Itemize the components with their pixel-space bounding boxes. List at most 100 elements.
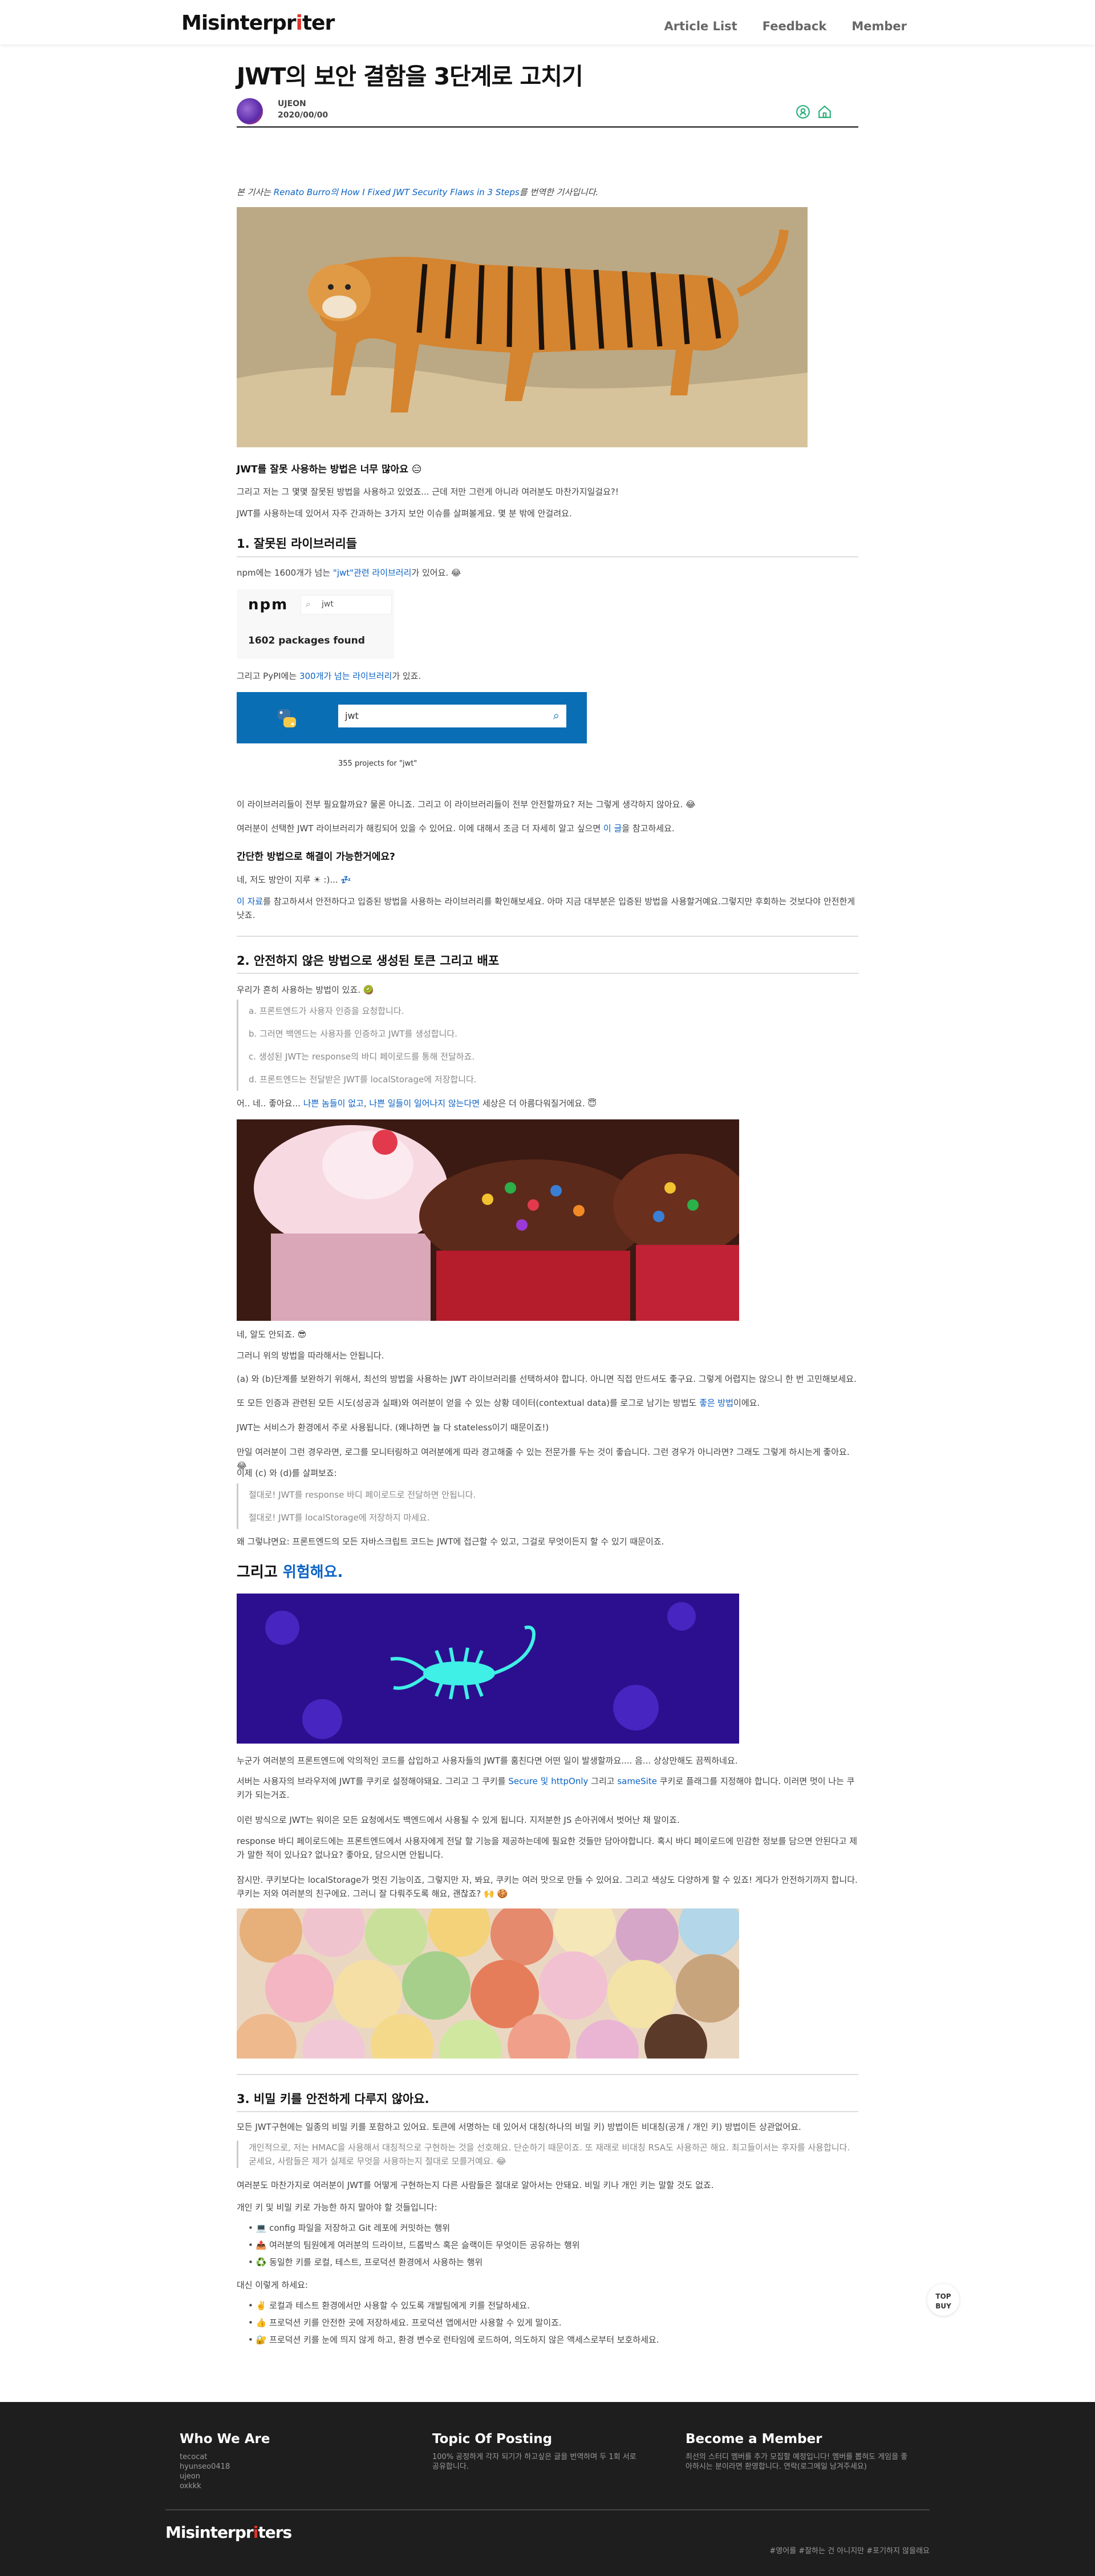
footer-tags: #영어를 #잘하는 건 아니지만 #포기하지 않을래요 — [769, 2547, 930, 2555]
good-practice-3: 🔐 프로덕션 키를 눈에 띄지 않게 하고, 환경 변수로 런타임에 로드하여,… — [256, 2335, 659, 2345]
list-item: • ♻️ 동일한 키를 로컬, 테스트, 프로덕션 환경에서 사용하는 행위 — [248, 2257, 483, 2267]
list-item: d. 프론트엔드는 전달받은 JWT를 localStorage에 저장합니다. — [249, 1074, 477, 1085]
member-name[interactable]: hyunseo0418 — [180, 2462, 230, 2472]
section-2-heading: 2. 안전하지 않은 방법으로 생성된 토큰 그리고 배포 — [237, 954, 500, 968]
divider — [237, 556, 858, 557]
home-icon[interactable] — [817, 104, 833, 120]
dont-do-paragraph: 개인 키 및 비밀 키로 가능한 하지 말아야 할 것들입니다: — [237, 2202, 437, 2213]
do-this-paragraph: 대신 이렇게 하세요: — [237, 2280, 308, 2290]
footer-topic-title: Topic Of Posting — [432, 2432, 553, 2446]
never-list: 절대로! JWT를 response 바디 페이로드로 전달하면 안됩니다. 절… — [237, 1483, 858, 1529]
pypi-suffix: 가 있죠. — [392, 671, 421, 681]
list-item: 절대로! JWT를 response 바디 페이로드로 전달하면 안됩니다. — [249, 1490, 476, 1500]
list-item: 절대로! JWT를 localStorage에 저장하지 마세요. — [249, 1513, 430, 1523]
list-item: • 👍 프로덕션 키를 안전한 곳에 저장하세요. 프로덕션 앱에서만 사용할 … — [248, 2318, 562, 2328]
pypi-search-text: jwt — [345, 710, 359, 721]
pypi-prefix: 그리고 PyPI에는 — [237, 671, 299, 681]
why-paragraph: 왜 그렇냐면요: 프론트엔드의 모든 자바스크립트 코드는 JWT에 접근할 수… — [237, 1536, 664, 1547]
divider — [237, 973, 858, 974]
nav-article-list[interactable]: Article List — [664, 19, 737, 33]
intro-suffix: 를 번역한 기사입니다. — [519, 187, 599, 197]
common-method-steps: a. 프론트엔드가 사용자 인증을 요청합니다. b. 그러면 백엔드는 사용자… — [237, 1000, 858, 1091]
dont-paragraph: 그러니 위의 방법을 따라해서는 안됩니다. — [237, 1350, 384, 1361]
libs-paragraph: 이 라이브러리들이 전부 필요할까요? 물론 아니죠. 그리고 이 라이브러리들… — [237, 799, 696, 810]
footer-member-title: Become a Member — [686, 2432, 822, 2446]
site-header: Misinterpriter Article List Feedback Mem… — [0, 0, 1095, 45]
npm-screenshot: npm ⌕ jwt 1602 packages found — [237, 589, 394, 659]
author-name: UJEON — [278, 99, 306, 108]
no-way-paragraph: 네, 알도 안되죠. 😎 — [237, 1329, 307, 1340]
footer-member-list: tecocat hyunseo0418 ujeon oxkkk — [180, 2452, 230, 2491]
buy-button[interactable]: BUY — [927, 2302, 959, 2316]
hacked-lib-link[interactable]: 이 글 — [603, 823, 622, 834]
hacked-lib-paragraph: 여러분이 선택한 JWT 라이브러리가 해킹되어 있을 수 있어요. 이에 대해… — [237, 822, 858, 835]
secret-key-paragraph: 모든 JWT구현에는 일종의 비밀 키를 포함하고 있어요. 토큰에 서명하는 … — [237, 2122, 801, 2132]
github-icon[interactable] — [795, 104, 811, 120]
good-practice-1: ✌️ 로컬과 테스트 환경에서만 사용할 수 있도록 개발팀에게 키를 전달하세… — [256, 2300, 530, 2311]
stateless-paragraph: JWT는 서비스가 환경에서 주로 사용됩니다. (왜냐하면 늘 다 state… — [237, 1422, 549, 1433]
pypi-search-input[interactable]: jwt ⌕ — [338, 705, 566, 727]
logo-text-end: ter — [302, 11, 335, 35]
search-icon: ⌕ — [306, 598, 311, 609]
pypi-header: jwt ⌕ — [237, 692, 587, 743]
payload-paragraph: response 바디 페이로드에는 프론트엔드에서 사용자에게 전달 할 기능… — [237, 1836, 858, 1860]
original-article-link[interactable]: Renato Burro의 How I Fixed JWT Security F… — [274, 187, 520, 197]
library-advice-paragraph: (a) 와 (b)단계를 보완하기 위해서, 최선의 방법을 사용하는 JWT … — [237, 1374, 857, 1384]
cookie-prefix: 서버는 사용자의 브라우저에 JWT를 쿠키로 설정해야돼요. 그리고 그 쿠키… — [237, 1776, 509, 1786]
bad-practice-3: ♻️ 동일한 키를 로컬, 테스트, 프로덕션 환경에서 사용하는 행위 — [256, 2257, 483, 2267]
nav-feedback[interactable]: Feedback — [763, 19, 827, 33]
nav-member[interactable]: Member — [851, 19, 907, 33]
bad-practices-list: • 💻 config 파일을 저장하고 Git 레포에 커밋하는 행위 • 📤 … — [248, 2219, 870, 2271]
divider — [237, 2074, 858, 2075]
section-3-heading: 3. 비밀 키를 안전하게 다루지 않아요. — [237, 2092, 429, 2106]
hmac-quote: 개인적으로, 저는 HMAC을 사용해서 대칭적으로 구현하는 것을 선호해요.… — [237, 2141, 858, 2168]
npm-package-count: 1602 packages found — [248, 635, 365, 646]
member-name[interactable]: ujeon — [180, 2472, 230, 2481]
footer-logo-text-end: ters — [258, 2523, 292, 2542]
author-box: UJEON 2020/00/00 — [237, 98, 858, 128]
footer-who-title: Who We Are — [180, 2432, 270, 2446]
pypi-jwt-link[interactable]: 300개가 넘는 라이브러리 — [299, 671, 392, 681]
npm-jwt-link[interactable]: "jwt"관련 라이브러리 — [333, 568, 412, 578]
npm-prefix: npm에는 1600개가 넘는 — [237, 568, 333, 578]
bad-guys-prefix: 어.. 네.. 좋아요... — [237, 1098, 303, 1109]
author-links — [795, 104, 833, 120]
scorpion-image — [237, 1594, 739, 1744]
samesite-link[interactable]: sameSite — [617, 1776, 657, 1786]
tiger-image — [237, 207, 808, 447]
bad-things-link[interactable]: 나쁜 일들이 일어나지 않는다면 — [369, 1098, 480, 1109]
npm-search-text: jwt — [322, 600, 334, 609]
list-item: a. 프론트엔드가 사용자 인증을 요청합니다. — [249, 1006, 404, 1016]
list-item: • ✌️ 로컬과 테스트 환경에서만 사용할 수 있도록 개발팀에게 키를 전달… — [248, 2300, 530, 2311]
member-name[interactable]: oxkkk — [180, 2481, 230, 2491]
good-method-link[interactable]: 좋은 방법 — [699, 1398, 733, 1408]
reference-link[interactable]: 이 자료 — [237, 896, 263, 907]
footer-topic-text: 100% 공정하게 각자 되기가 하고싶은 글을 번역하며 두 1회 서로 공유… — [432, 2453, 636, 2471]
footer-logo[interactable]: Misinterpriters — [165, 2523, 292, 2542]
divider — [237, 936, 858, 937]
good-practices-list: • ✌️ 로컬과 테스트 환경에서만 사용할 수 있도록 개발팀에게 키를 전달… — [248, 2297, 870, 2348]
pypi-paragraph: 그리고 PyPI에는 300개가 넘는 라이브러리가 있죠. — [237, 669, 858, 683]
simple-fix-heading: 간단한 방법으로 해결이 가능한거에요? — [237, 851, 395, 863]
bad-guys-paragraph: 어.. 네.. 좋아요... 나쁜 놈들이 없고, 나쁜 일들이 일어나지 않는… — [237, 1097, 858, 1110]
c-d-paragraph: 이제 (c) 와 (d)를 살펴보죠: — [237, 1468, 337, 1478]
reference-text: 를 참고하셔서 안전하다고 입증된 방법을 사용하는 라이브러리를 확인해보세요… — [237, 896, 855, 920]
bad-guys-mid: , — [363, 1098, 370, 1109]
logging-paragraph: 또 모든 인증과 관련된 모든 시도(성공과 실패)와 여러분이 얻을 수 있는… — [237, 1396, 858, 1410]
logging-suffix: 이에요. — [733, 1398, 760, 1408]
cookie-paragraph: 서버는 사용자의 브라우저에 JWT를 쿠키로 설정해야돼요. 그리고 그 쿠키… — [237, 1774, 858, 1802]
bad-guys-link[interactable]: 나쁜 놈들이 없고 — [303, 1098, 364, 1109]
dangerous-prefix: 그리고 — [237, 1564, 283, 1581]
dangerous-link[interactable]: 위험해요. — [283, 1564, 343, 1581]
secure-httponly-link[interactable]: Secure 및 httpOnly — [508, 1776, 588, 1786]
good-practice-2: 👍 프로덕션 키를 안전한 곳에 저장하세요. 프로덕션 앱에서만 사용할 수 … — [256, 2318, 562, 2328]
site-logo[interactable]: Misinterpriter — [181, 11, 335, 35]
search-icon[interactable]: ⌕ — [553, 709, 559, 722]
intro-paragraph-2: JWT를 사용하는데 있어서 자주 간과하는 3가지 보안 이슈를 살펴볼게요.… — [237, 508, 572, 519]
cupcake-image — [237, 1119, 739, 1321]
list-item: c. 생성된 JWT는 response의 바디 페이로드를 통해 전달하죠. — [249, 1052, 475, 1062]
npm-logo: npm — [248, 596, 289, 613]
footer-member-text: 최선의 스터디 멤버를 추가 모집할 예정입니다! 멤버를 뽑혀도 게임을 좋아… — [686, 2453, 908, 2471]
bad-guys-suffix: 세상은 더 아름다워질거에요. 😇 — [480, 1098, 597, 1109]
member-name[interactable]: tecocat — [180, 2452, 230, 2462]
